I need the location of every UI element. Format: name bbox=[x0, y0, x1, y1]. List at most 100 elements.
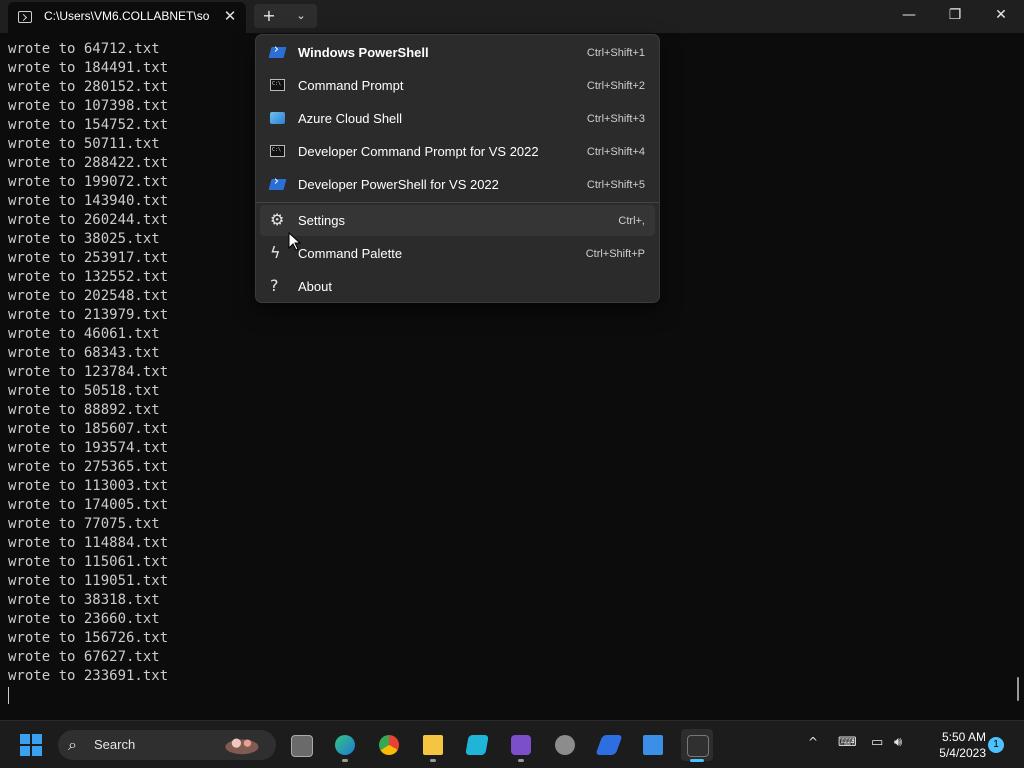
cmd-icon bbox=[270, 78, 286, 92]
menu-item-shortcut: Ctrl+Shift+P bbox=[585, 248, 645, 260]
gear-icon bbox=[555, 735, 575, 755]
notification-badge[interactable]: 1 bbox=[988, 737, 1004, 753]
menu-item-label: Developer PowerShell for VS 2022 bbox=[298, 177, 499, 192]
file-explorer-app-button[interactable] bbox=[417, 729, 449, 762]
scrollbar-thumb[interactable] bbox=[1017, 677, 1019, 701]
network-icon[interactable]: ▭ bbox=[871, 735, 883, 750]
menu-item-windows-powershell[interactable]: Windows PowerShell Ctrl+Shift+1 bbox=[260, 37, 655, 68]
new-tab-button[interactable]: + bbox=[254, 4, 284, 28]
terminal-line: wrote to 156726.txt bbox=[8, 630, 169, 646]
menu-item-label: Command Palette bbox=[298, 246, 403, 261]
clock[interactable]: 5:50 AM 5/4/2023 bbox=[920, 729, 986, 761]
app-button-blue[interactable] bbox=[637, 729, 669, 761]
tab-close-button[interactable]: ✕ bbox=[220, 6, 240, 26]
terminal-line: wrote to 77075.txt bbox=[8, 516, 160, 532]
menu-item-shortcut: Ctrl+Shift+1 bbox=[586, 47, 645, 59]
chrome-app-button[interactable] bbox=[373, 729, 405, 761]
terminal-line: wrote to 67627.txt bbox=[8, 649, 160, 665]
menu-item-command-prompt[interactable]: Command Prompt Ctrl+Shift+2 bbox=[260, 70, 655, 101]
menu-item-label: Azure Cloud Shell bbox=[298, 111, 403, 126]
menu-item-command-palette[interactable]: ϟ Command Palette Ctrl+Shift+P bbox=[260, 238, 655, 269]
cmd-icon bbox=[18, 11, 32, 23]
terminal-line: wrote to 115061.txt bbox=[8, 554, 169, 570]
terminal-line: wrote to 193574.txt bbox=[8, 440, 169, 456]
app-button-teal[interactable] bbox=[461, 729, 493, 761]
taskbar: ⌕ Search ^ ⌨ ▭ 🔊︎ 5:50 AM 5/4/2023 1 bbox=[0, 720, 1024, 768]
azure-icon bbox=[270, 111, 286, 125]
search-highlight-icon bbox=[225, 738, 259, 755]
close-window-button[interactable]: ✕ bbox=[978, 0, 1024, 32]
menu-item-label: Command Prompt bbox=[298, 78, 404, 93]
power-automate-icon bbox=[595, 735, 623, 755]
taskbar-search-box[interactable]: ⌕ Search bbox=[58, 730, 276, 760]
menu-item-shortcut: Ctrl+, bbox=[618, 215, 645, 227]
menu-item-label: About bbox=[298, 279, 332, 294]
terminal-line: wrote to 114884.txt bbox=[8, 535, 169, 551]
terminal-line: wrote to 119051.txt bbox=[8, 573, 169, 589]
search-label: Search bbox=[94, 737, 136, 752]
text-cursor bbox=[8, 687, 9, 704]
new-tab-dropdown-button[interactable]: ⌄ bbox=[286, 4, 316, 28]
powershell-icon bbox=[268, 177, 287, 191]
terminal-line: wrote to 174005.txt bbox=[8, 497, 169, 513]
terminal-line: wrote to 275365.txt bbox=[8, 459, 169, 475]
terminal-line: wrote to 233691.txt bbox=[8, 668, 169, 684]
clock-date: 5/4/2023 bbox=[939, 746, 986, 760]
menu-item-azure-cloud-shell[interactable]: Azure Cloud Shell Ctrl+Shift+3 bbox=[260, 103, 655, 134]
new-tab-dropdown-menu: Windows PowerShell Ctrl+Shift+1 Command … bbox=[255, 34, 660, 303]
start-button[interactable] bbox=[20, 734, 42, 756]
menu-item-label: Developer Command Prompt for VS 2022 bbox=[298, 144, 539, 159]
power-automate-app-button[interactable] bbox=[593, 729, 625, 761]
volume-icon[interactable]: 🔊︎ bbox=[894, 735, 902, 750]
menu-item-label: Settings bbox=[298, 213, 345, 228]
edge-app-button[interactable] bbox=[329, 729, 361, 762]
maximize-button[interactable]: ❐ bbox=[932, 0, 978, 32]
terminal-line: wrote to 123784.txt bbox=[8, 364, 169, 380]
search-icon: ⌕ bbox=[68, 735, 77, 754]
terminal-line: wrote to 50518.txt bbox=[8, 383, 160, 399]
terminal-line: wrote to 23660.txt bbox=[8, 611, 160, 627]
menu-item-label: Windows PowerShell bbox=[298, 45, 429, 60]
menu-separator bbox=[256, 202, 659, 203]
menu-item-shortcut: Ctrl+Shift+2 bbox=[586, 80, 645, 92]
app-icon bbox=[643, 735, 663, 755]
terminal-app-button[interactable] bbox=[681, 729, 713, 762]
folder-icon bbox=[423, 735, 443, 755]
question-icon: ? bbox=[270, 276, 279, 295]
title-bar: C:\Users\VM6.COLLABNET\so ✕ + ⌄ — ❐ ✕ bbox=[0, 0, 1024, 33]
menu-item-shortcut: Ctrl+Shift+5 bbox=[586, 179, 645, 191]
terminal-line: wrote to 38318.txt bbox=[8, 592, 160, 608]
visual-studio-app-button[interactable] bbox=[505, 729, 537, 762]
keyboard-icon[interactable]: ⌨ bbox=[838, 735, 857, 750]
terminal-line: wrote to 185607.txt bbox=[8, 421, 169, 437]
terminal-line: wrote to 46061.txt bbox=[8, 326, 160, 342]
lightning-icon: ϟ bbox=[270, 243, 281, 262]
gear-icon: ⚙ bbox=[270, 210, 285, 229]
minimize-button[interactable]: — bbox=[886, 0, 932, 32]
task-view-button[interactable] bbox=[285, 729, 317, 761]
visual-studio-icon bbox=[511, 735, 531, 755]
menu-item-developer-command-prompt[interactable]: Developer Command Prompt for VS 2022 Ctr… bbox=[260, 136, 655, 167]
menu-item-settings[interactable]: ⚙ Settings Ctrl+, bbox=[260, 205, 655, 236]
app-icon bbox=[465, 735, 489, 755]
menu-item-about[interactable]: ? About bbox=[260, 271, 655, 302]
terminal-line: wrote to 68343.txt bbox=[8, 345, 160, 361]
edge-icon bbox=[335, 735, 355, 755]
tab-title: C:\Users\VM6.COLLABNET\so bbox=[44, 9, 210, 23]
cmd-icon bbox=[270, 144, 286, 158]
terminal-line: wrote to 88892.txt bbox=[8, 402, 160, 418]
terminal-tab[interactable]: C:\Users\VM6.COLLABNET\so ✕ bbox=[8, 2, 246, 33]
chrome-icon bbox=[379, 735, 399, 755]
new-tab-group: + ⌄ bbox=[254, 4, 317, 28]
menu-item-developer-powershell[interactable]: Developer PowerShell for VS 2022 Ctrl+Sh… bbox=[260, 169, 655, 200]
menu-item-shortcut: Ctrl+Shift+3 bbox=[586, 113, 645, 125]
terminal-icon bbox=[687, 735, 709, 757]
powershell-icon bbox=[268, 45, 287, 59]
menu-item-shortcut: Ctrl+Shift+4 bbox=[586, 146, 645, 158]
terminal-line: wrote to 113003.txt bbox=[8, 478, 169, 494]
terminal-line: wrote to 213979.txt bbox=[8, 307, 169, 323]
tray-overflow-chevron[interactable]: ^ bbox=[808, 735, 818, 749]
mouse-pointer-icon bbox=[288, 232, 302, 251]
clock-time: 5:50 AM bbox=[941, 730, 986, 744]
settings-app-button[interactable] bbox=[549, 729, 581, 761]
